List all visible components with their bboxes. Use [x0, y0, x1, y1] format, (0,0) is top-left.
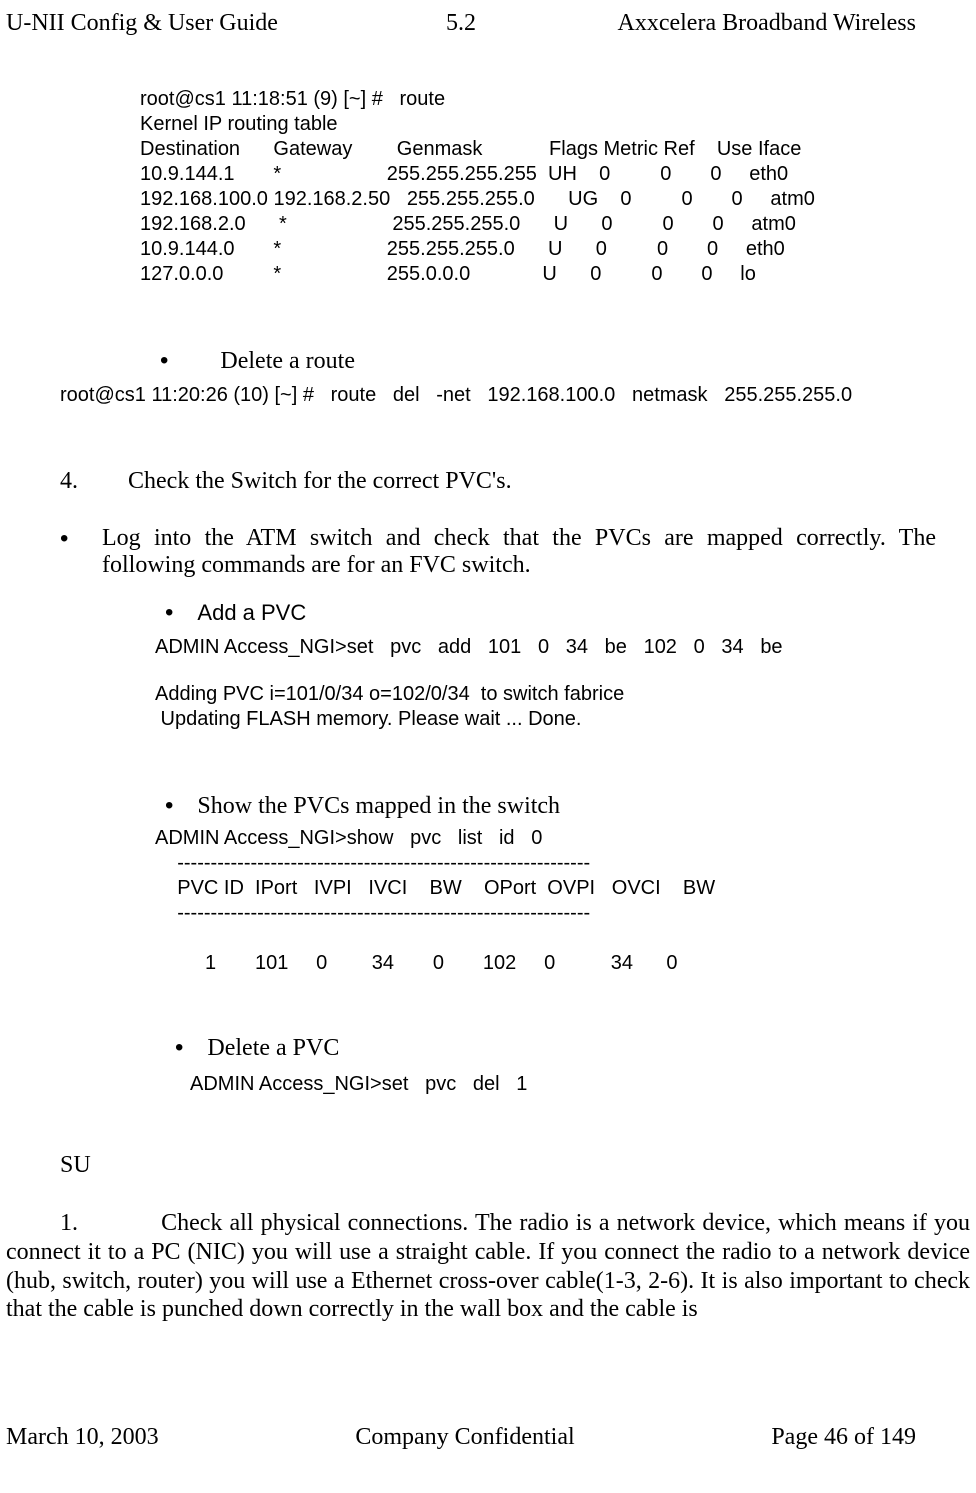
- su-step-1: 1. Check all physical connections. The r…: [6, 1209, 970, 1324]
- page-footer: March 10, 2003 Company Confidential Page…: [0, 1424, 976, 1451]
- delete-pvc-label: Delete a PVC: [207, 1035, 339, 1061]
- delete-pvc-heading: • Delete a PVC: [175, 1034, 976, 1062]
- log-into-atm-text: Log into the ATM switch and check that t…: [102, 525, 936, 579]
- bullet-icon: •: [165, 792, 173, 819]
- bullet-icon: •: [165, 599, 173, 626]
- footer-date: March 10, 2003: [6, 1424, 159, 1451]
- step-4: 4. Check the Switch for the correct PVC'…: [60, 468, 976, 495]
- show-pvc-output: ADMIN Access_NGI>show pvc list id 0 ----…: [155, 826, 976, 976]
- delete-route-label: Delete a route: [220, 348, 355, 374]
- page-header: U-NII Config & User Guide 5.2 Axxcelera …: [0, 10, 976, 37]
- header-version: 5.2: [309, 10, 612, 37]
- log-into-atm: • Log into the ATM switch and check that…: [60, 525, 936, 579]
- su-step-num: 1.: [60, 1209, 114, 1238]
- bullet-icon: •: [160, 347, 168, 374]
- add-pvc-output: Adding PVC i=101/0/34 o=102/0/34 to swit…: [155, 682, 976, 732]
- bullet-icon: •: [60, 525, 102, 579]
- add-pvc-cmd: ADMIN Access_NGI>set pvc add 101 0 34 be…: [155, 635, 976, 660]
- su-step-text: Check all physical connections. The radi…: [6, 1210, 970, 1322]
- show-pvc-heading: • Show the PVCs mapped in the switch: [165, 792, 976, 820]
- step-4-text: Check the Switch for the correct PVC's.: [128, 468, 512, 494]
- bullet-icon: •: [175, 1034, 183, 1061]
- footer-page: Page 46 of 149: [771, 1424, 916, 1451]
- header-left: U-NII Config & User Guide: [6, 10, 309, 37]
- delete-route-cmd: root@cs1 11:20:26 (10) [~] # route del -…: [60, 383, 976, 408]
- su-label: SU: [60, 1152, 976, 1179]
- step-4-num: 4.: [60, 468, 78, 494]
- add-pvc-heading: • Add a PVC: [165, 599, 976, 627]
- delete-route-heading: • Delete a route: [160, 347, 976, 375]
- show-pvc-label: Show the PVCs mapped in the switch: [197, 793, 560, 819]
- header-right: Axxcelera Broadband Wireless: [613, 10, 916, 37]
- footer-center: Company Confidential: [355, 1424, 574, 1451]
- delete-pvc-cmd: ADMIN Access_NGI>set pvc del 1: [190, 1072, 976, 1097]
- add-pvc-label: Add a PVC: [197, 600, 306, 625]
- route-output: root@cs1 11:18:51 (9) [~] # route Kernel…: [140, 87, 976, 287]
